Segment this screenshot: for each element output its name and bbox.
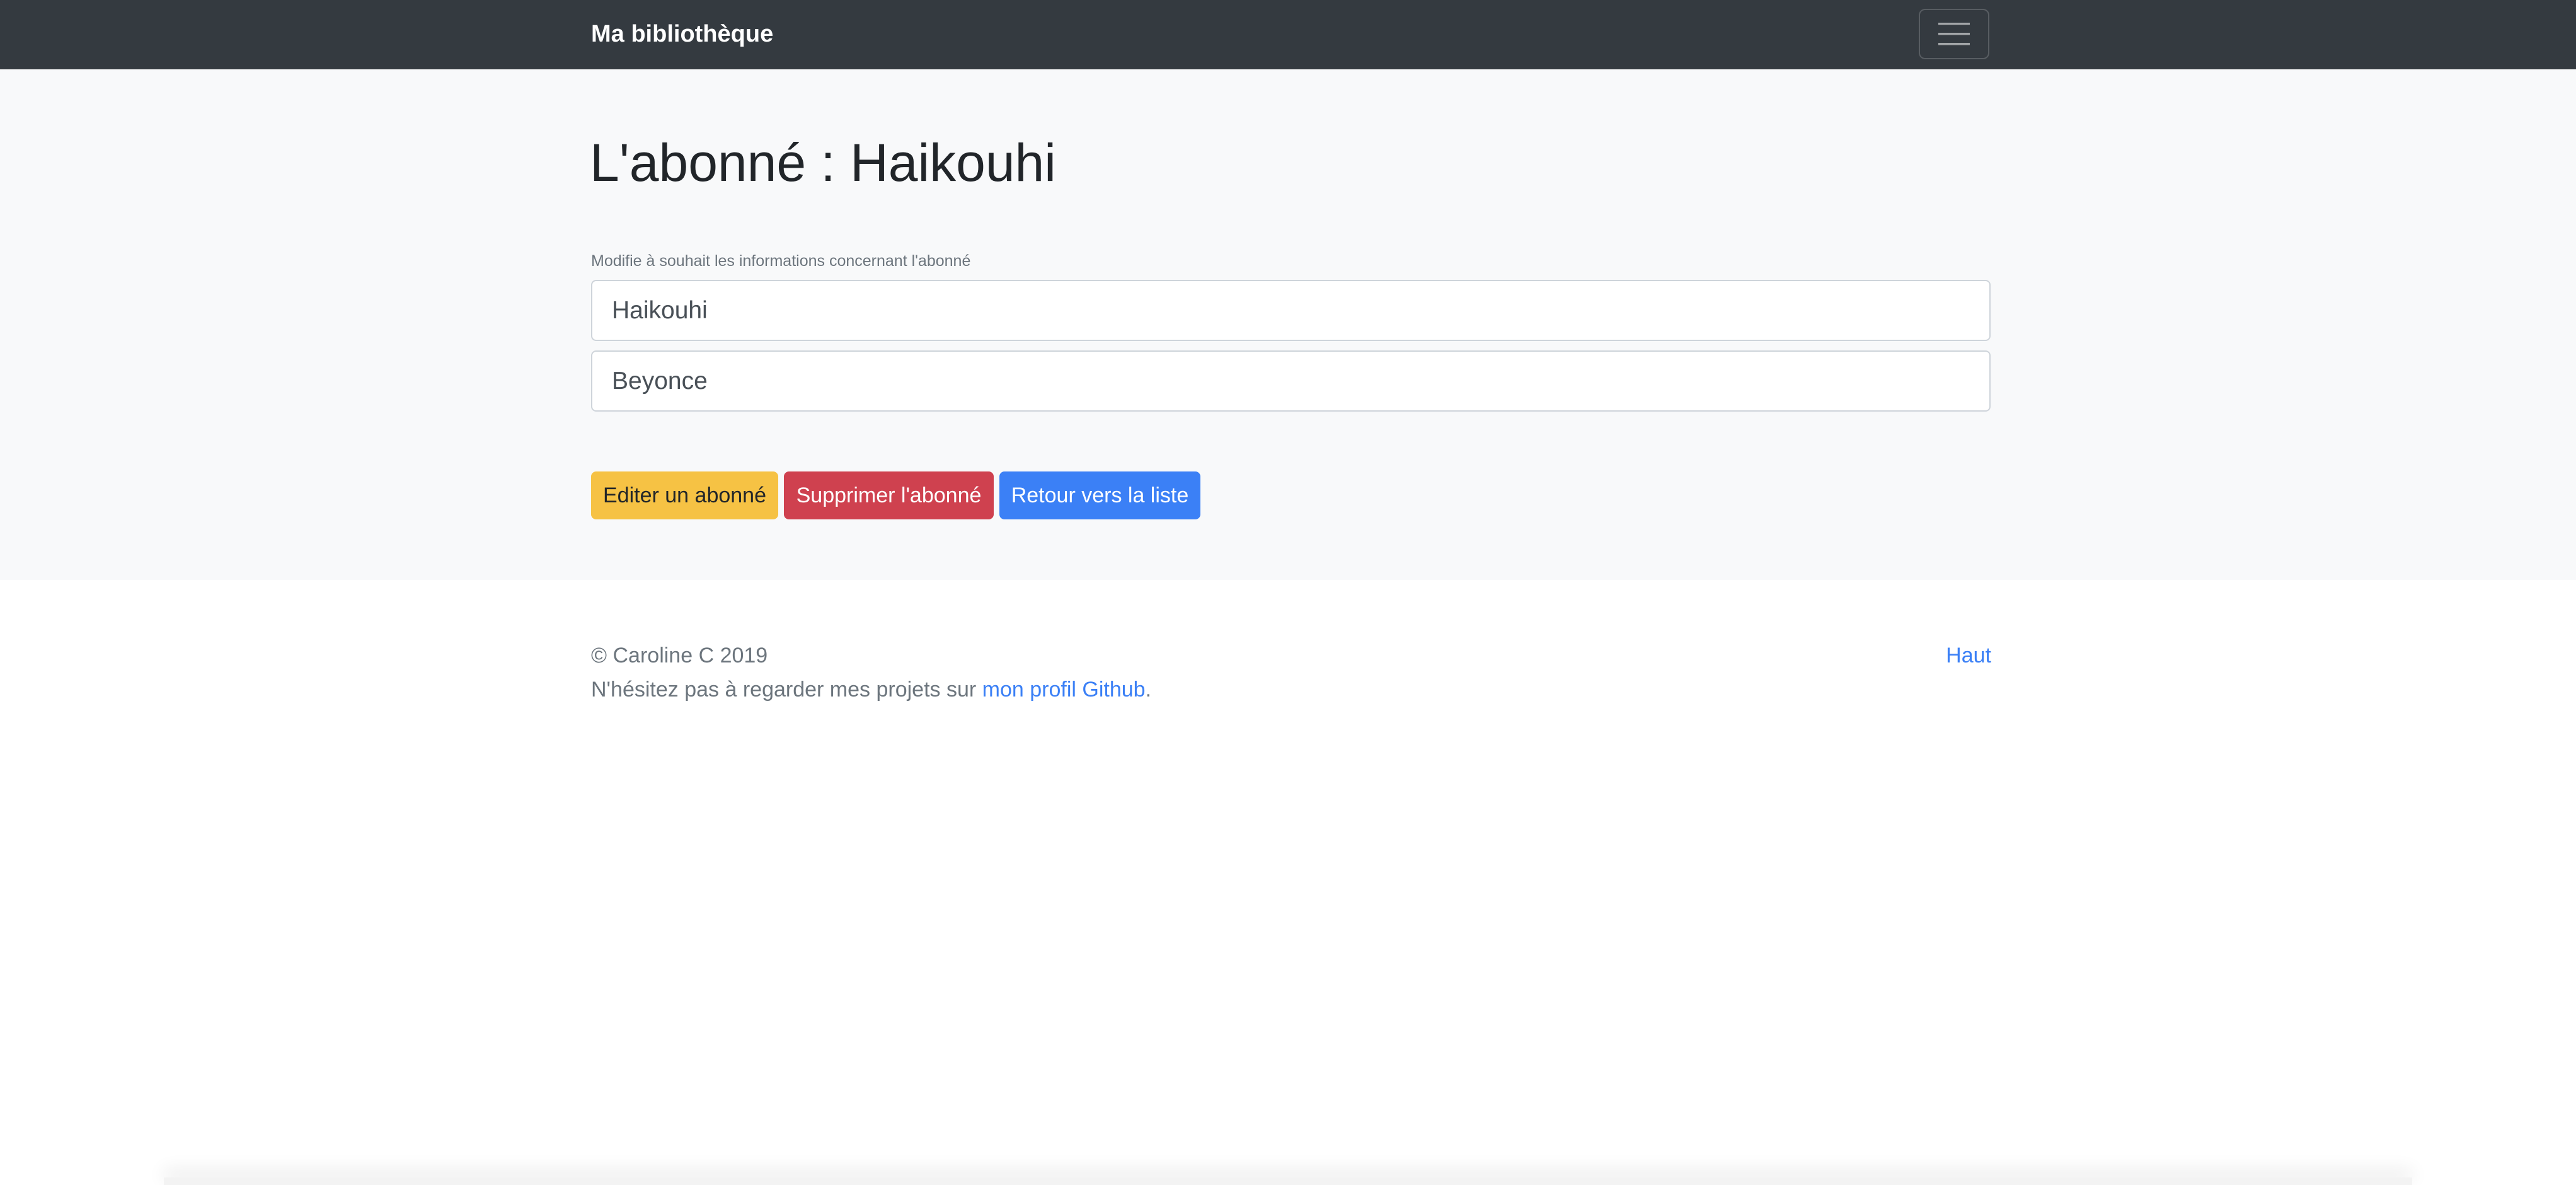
back-to-list-button[interactable]: Retour vers la liste xyxy=(999,471,1200,519)
hamburger-icon xyxy=(1938,22,1970,46)
delete-subscriber-button[interactable]: Supprimer l'abonné xyxy=(784,471,994,519)
main-content: L'abonné : Haikouhi Modifie à souhait le… xyxy=(0,69,2576,580)
back-to-top-link[interactable]: Haut xyxy=(1946,642,1991,669)
form-help-text: Modifie à souhait les informations conce… xyxy=(591,252,971,270)
copyright-text: © Caroline C 2019 xyxy=(591,644,768,668)
first-name-input[interactable] xyxy=(591,280,1991,341)
navbar-brand[interactable]: Ma bibliothèque xyxy=(591,19,773,49)
second-name-input[interactable] xyxy=(591,350,1991,412)
navbar-toggler-button[interactable] xyxy=(1919,9,1989,59)
projects-text-end: . xyxy=(1145,678,1152,702)
bottom-edge-shadow xyxy=(164,1177,2412,1185)
projects-text: N'hésitez pas à regarder mes projets sur… xyxy=(591,676,1151,703)
page-title: L'abonné : Haikouhi xyxy=(590,133,1056,192)
navbar: Ma bibliothèque xyxy=(0,0,2576,69)
github-profile-link[interactable]: mon profil Github xyxy=(982,678,1146,702)
footer: © Caroline C 2019 N'hésitez pas à regard… xyxy=(0,580,2576,1185)
edit-subscriber-button[interactable]: Editer un abonné xyxy=(591,471,778,519)
projects-text-intro: N'hésitez pas à regarder mes projets sur xyxy=(591,678,982,702)
